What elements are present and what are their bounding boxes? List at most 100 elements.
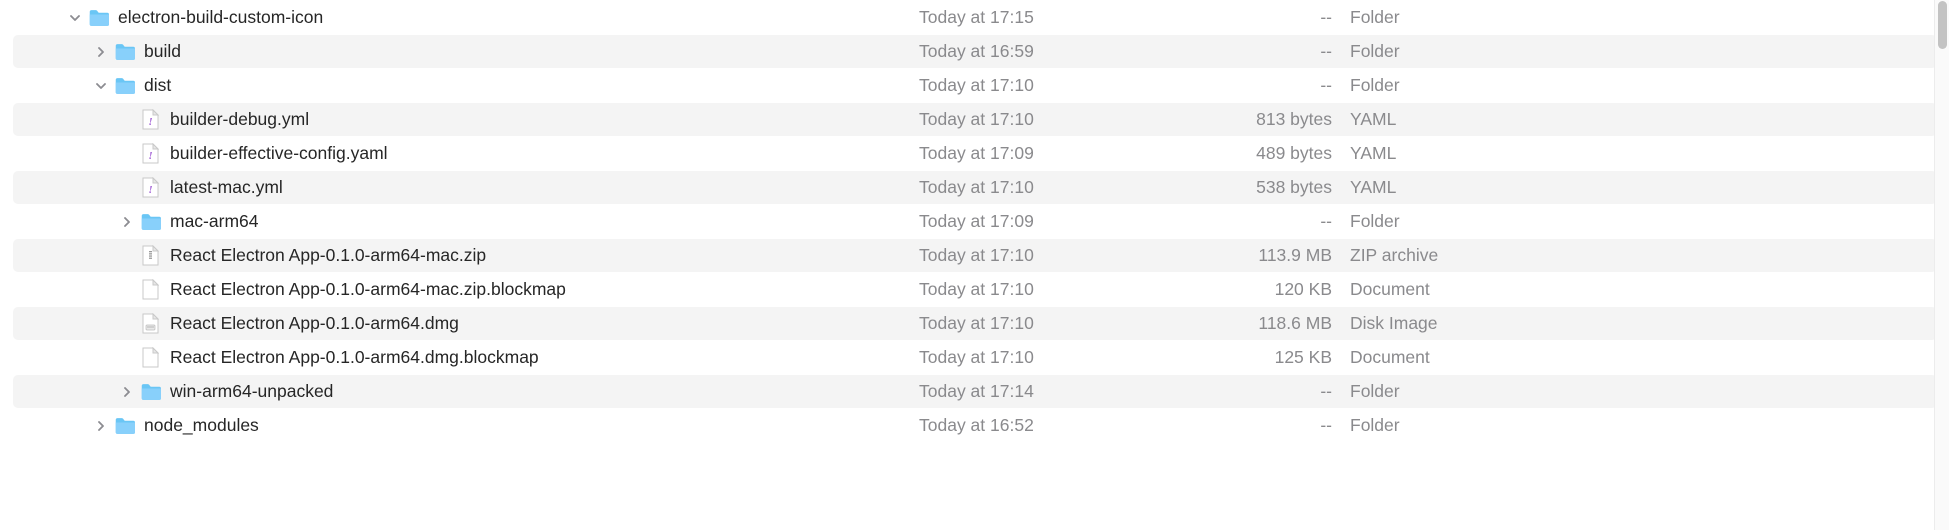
file-size: 813 bytes (1209, 109, 1350, 130)
file-size: -- (1209, 211, 1350, 232)
file-row[interactable]: win-arm64-unpacked Today at 17:14--Folder (13, 375, 1937, 408)
file-row[interactable]: dist Today at 17:10--Folder (13, 69, 1937, 102)
file-name: mac-arm64 (170, 211, 259, 232)
file-size: -- (1209, 415, 1350, 436)
file-row[interactable]: React Electron App-0.1.0-arm64-mac.zip To… (13, 239, 1937, 272)
file-row[interactable]: node_modules Today at 16:52--Folder (13, 409, 1937, 442)
folder-icon (114, 415, 135, 436)
file-row[interactable]: electron-build-custom-icon Today at 17:15… (13, 1, 1937, 34)
file-size: -- (1209, 381, 1350, 402)
chevron-right-icon[interactable] (120, 387, 134, 397)
zip-icon (140, 245, 161, 266)
chevron-right-icon[interactable] (94, 421, 108, 431)
file-kind: YAML (1350, 177, 1937, 198)
date-modified: Today at 17:10 (919, 245, 1209, 266)
file-size: 118.6 MB (1209, 313, 1350, 334)
file-name: latest-mac.yml (170, 177, 283, 198)
file-row[interactable]: build Today at 16:59--Folder (13, 35, 1937, 68)
file-kind: ZIP archive (1350, 245, 1937, 266)
file-size: -- (1209, 41, 1350, 62)
scrollbar[interactable] (1934, 0, 1949, 530)
date-modified: Today at 17:14 (919, 381, 1209, 402)
file-name: build (144, 41, 181, 62)
file-kind: Folder (1350, 415, 1937, 436)
name-cell: ! builder-debug.yml (13, 109, 919, 130)
file-row[interactable]: ! latest-mac.yml Today at 17:10538 bytesYA… (13, 171, 1937, 204)
file-name: builder-debug.yml (170, 109, 309, 130)
date-modified: Today at 16:52 (919, 415, 1209, 436)
folder-icon (114, 41, 135, 62)
file-name: node_modules (144, 415, 259, 436)
file-row[interactable]: React Electron App-0.1.0-arm64.dmg.block… (13, 341, 1937, 374)
file-kind: Disk Image (1350, 313, 1937, 334)
date-modified: Today at 17:10 (919, 75, 1209, 96)
file-size: 125 KB (1209, 347, 1350, 368)
chevron-down-icon[interactable] (68, 13, 82, 23)
date-modified: Today at 17:09 (919, 211, 1209, 232)
file-kind: Document (1350, 279, 1937, 300)
file-kind: YAML (1350, 143, 1937, 164)
scrollbar-thumb[interactable] (1938, 1, 1947, 49)
name-cell: electron-build-custom-icon (13, 7, 919, 28)
date-modified: Today at 17:10 (919, 313, 1209, 334)
date-modified: Today at 17:09 (919, 143, 1209, 164)
file-row[interactable]: React Electron App-0.1.0-arm64.dmg Today … (13, 307, 1937, 340)
yaml-icon: ! (140, 177, 161, 198)
date-modified: Today at 17:10 (919, 279, 1209, 300)
file-size: 113.9 MB (1209, 245, 1350, 266)
file-name: dist (144, 75, 171, 96)
file-row[interactable]: mac-arm64 Today at 17:09--Folder (13, 205, 1937, 238)
svg-text:!: ! (148, 116, 152, 128)
file-name: React Electron App-0.1.0-arm64.dmg (170, 313, 459, 334)
folder-icon (114, 75, 135, 96)
chevron-right-icon[interactable] (94, 47, 108, 57)
name-cell: node_modules (13, 415, 919, 436)
date-modified: Today at 17:15 (919, 7, 1209, 28)
file-size: 120 KB (1209, 279, 1350, 300)
file-size: -- (1209, 75, 1350, 96)
dmg-icon (140, 313, 161, 334)
svg-text:!: ! (148, 150, 152, 162)
file-kind: Folder (1350, 211, 1937, 232)
file-size: 538 bytes (1209, 177, 1350, 198)
file-kind: Document (1350, 347, 1937, 368)
file-size: -- (1209, 7, 1350, 28)
chevron-right-icon[interactable] (120, 217, 134, 227)
svg-text:!: ! (148, 184, 152, 196)
name-cell: React Electron App-0.1.0-arm64.dmg.block… (13, 347, 919, 368)
date-modified: Today at 17:10 (919, 109, 1209, 130)
file-name: builder-effective-config.yaml (170, 143, 388, 164)
file-row[interactable]: ! builder-effective-config.yaml Today at 1… (13, 137, 1937, 170)
file-row[interactable]: React Electron App-0.1.0-arm64-mac.zip.b… (13, 273, 1937, 306)
name-cell: win-arm64-unpacked (13, 381, 919, 402)
file-name: React Electron App-0.1.0-arm64-mac.zip.b… (170, 279, 566, 300)
file-kind: Folder (1350, 75, 1937, 96)
doc-icon (140, 279, 161, 300)
name-cell: build (13, 41, 919, 62)
yaml-icon: ! (140, 109, 161, 130)
name-cell: ! latest-mac.yml (13, 177, 919, 198)
file-row[interactable]: ! builder-debug.yml Today at 17:10813 byte… (13, 103, 1937, 136)
date-modified: Today at 16:59 (919, 41, 1209, 62)
file-name: win-arm64-unpacked (170, 381, 333, 402)
name-cell: React Electron App-0.1.0-arm64-mac.zip (13, 245, 919, 266)
chevron-down-icon[interactable] (94, 81, 108, 91)
file-name: electron-build-custom-icon (118, 7, 323, 28)
file-kind: Folder (1350, 41, 1937, 62)
name-cell: React Electron App-0.1.0-arm64.dmg (13, 313, 919, 334)
file-kind: Folder (1350, 381, 1937, 402)
doc-icon (140, 347, 161, 368)
folder-icon (140, 211, 161, 232)
file-kind: YAML (1350, 109, 1937, 130)
yaml-icon: ! (140, 143, 161, 164)
name-cell: ! builder-effective-config.yaml (13, 143, 919, 164)
folder-icon (88, 7, 109, 28)
date-modified: Today at 17:10 (919, 177, 1209, 198)
name-cell: dist (13, 75, 919, 96)
file-name: React Electron App-0.1.0-arm64-mac.zip (170, 245, 486, 266)
name-cell: mac-arm64 (13, 211, 919, 232)
file-kind: Folder (1350, 7, 1937, 28)
file-size: 489 bytes (1209, 143, 1350, 164)
file-name: React Electron App-0.1.0-arm64.dmg.block… (170, 347, 539, 368)
date-modified: Today at 17:10 (919, 347, 1209, 368)
